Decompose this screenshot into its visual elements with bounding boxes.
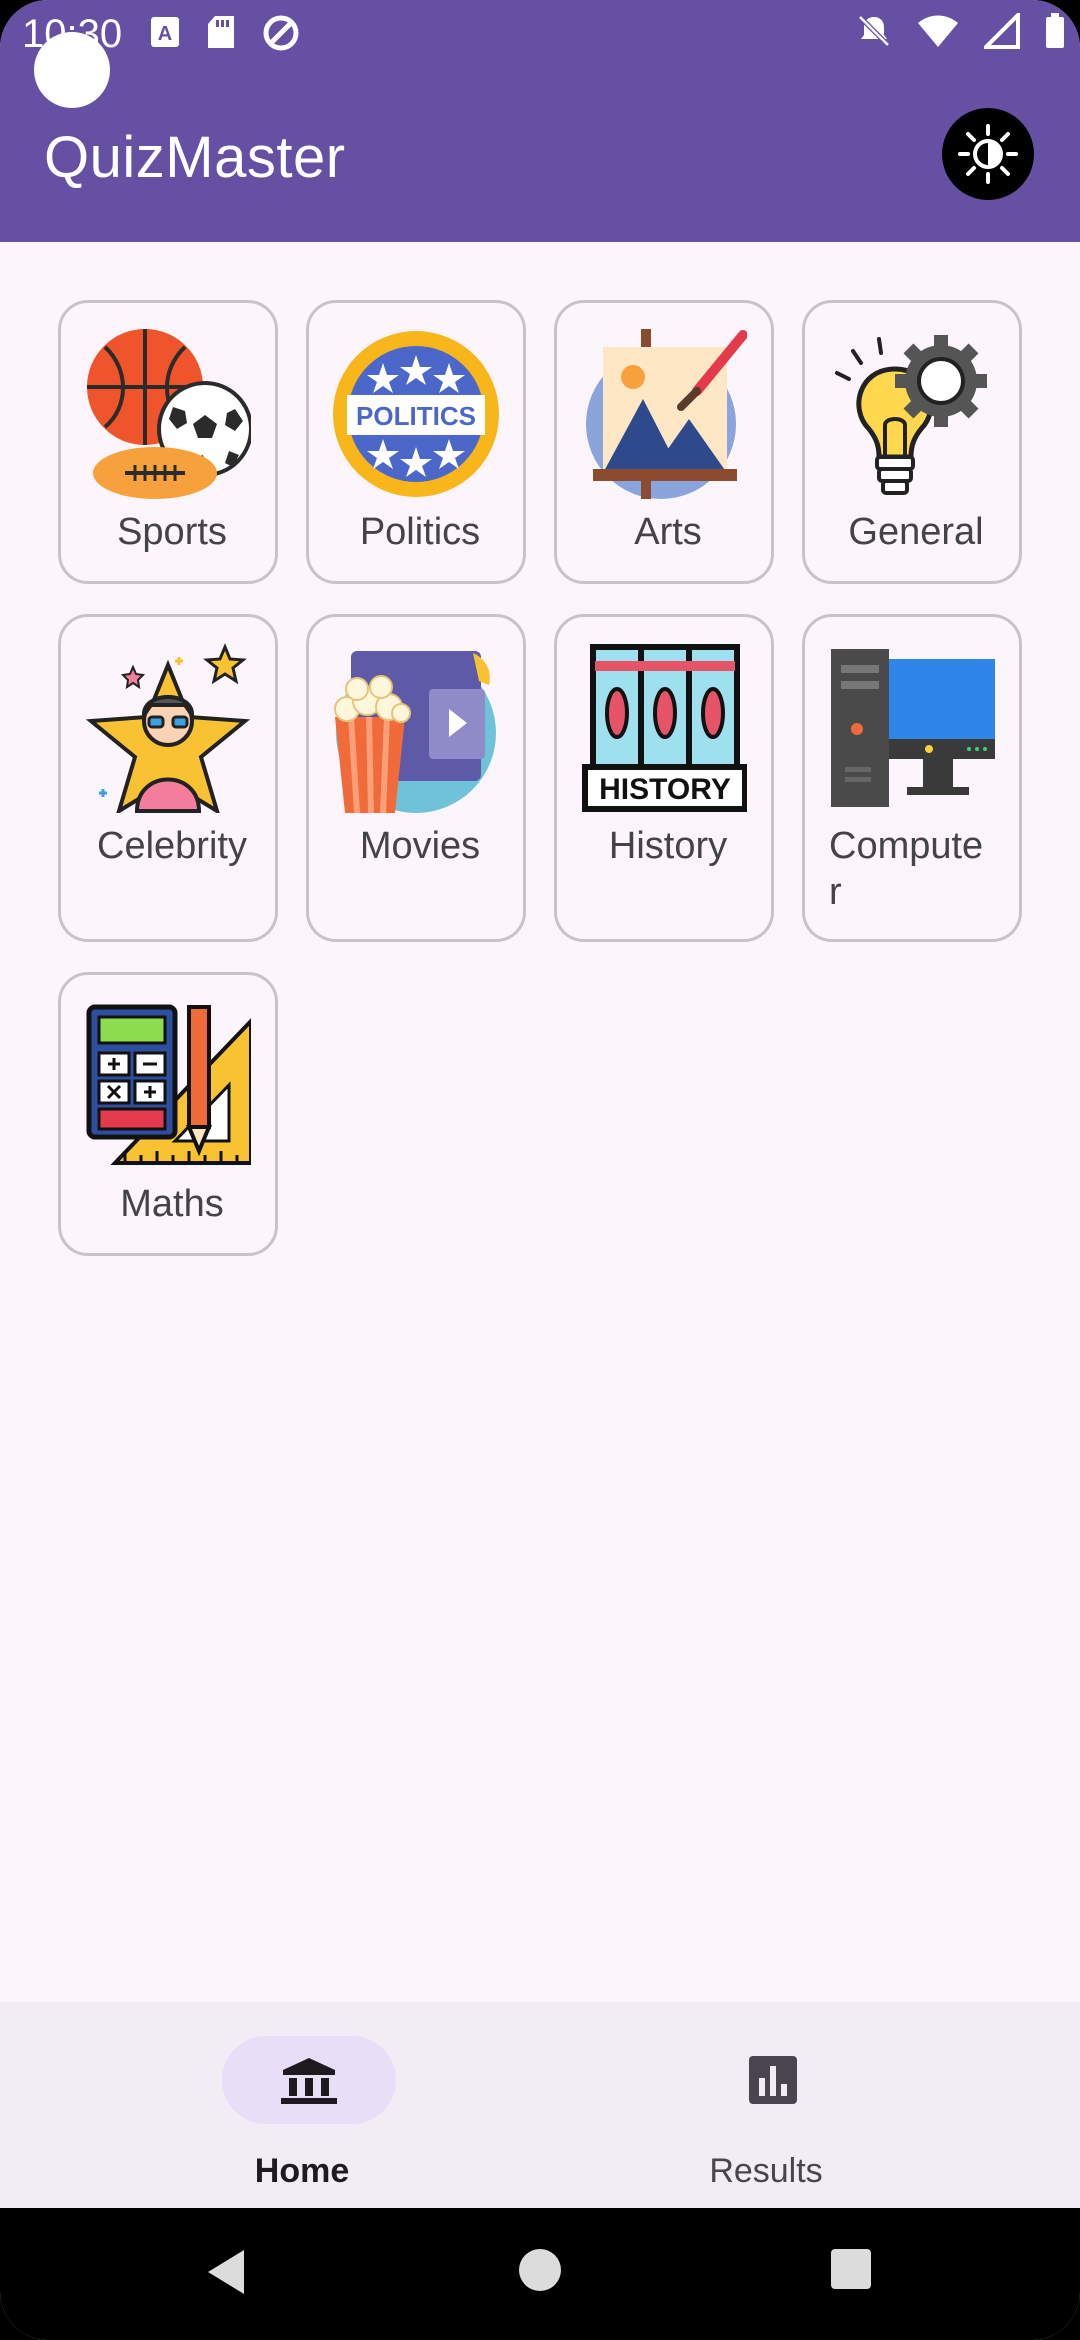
system-navigation-bar xyxy=(0,2208,1080,2340)
category-card-sports[interactable]: Sports xyxy=(58,300,278,584)
bottom-navigation-bar: Home Results xyxy=(0,2002,1080,2208)
lightbulb-gear-icon xyxy=(835,335,987,495)
category-card-general[interactable]: General xyxy=(802,300,1022,584)
home-circle-icon[interactable] xyxy=(518,2248,562,2292)
nav-label-results: Results xyxy=(709,2152,823,2190)
politics-badge-icon: POLITICS xyxy=(333,331,499,497)
sd-card-icon xyxy=(208,16,234,48)
camera-cutout xyxy=(34,32,110,108)
status-right-icons xyxy=(856,12,1066,50)
svg-text:A: A xyxy=(158,23,172,45)
status-left-icons: A xyxy=(150,14,300,52)
nav-item-home[interactable]: Home xyxy=(152,2034,452,2190)
wifi-icon xyxy=(918,15,958,47)
category-card-celebrity[interactable]: Celebrity xyxy=(58,614,278,942)
screen: 10:30 A xyxy=(0,0,1080,2340)
theme-toggle-button[interactable] xyxy=(942,108,1034,200)
category-card-movies[interactable]: Movies xyxy=(306,614,526,942)
calculator-ruler-icon xyxy=(86,1004,251,1165)
top-app-bar: 10:30 A xyxy=(0,0,1080,242)
app-title: QuizMaster xyxy=(44,125,346,190)
category-label: Celebrity xyxy=(97,825,247,867)
keyboard-a-icon: A xyxy=(151,17,179,47)
svg-text:POLITICS: POLITICS xyxy=(356,401,476,431)
battery-icon xyxy=(1046,13,1064,48)
easel-painting-icon xyxy=(586,329,747,499)
signal-icon xyxy=(984,13,1020,49)
category-card-politics[interactable]: POLITICS Politics xyxy=(306,300,526,584)
category-card-maths[interactable]: Maths xyxy=(58,972,278,1256)
recents-square-icon[interactable] xyxy=(830,2248,872,2290)
popcorn-screen-icon xyxy=(334,651,496,813)
category-card-history[interactable]: HISTORY History xyxy=(554,614,774,942)
bank-icon xyxy=(281,2058,337,2104)
history-books-icon: HISTORY xyxy=(582,644,747,812)
category-label: General xyxy=(848,511,984,553)
category-label: Compute r xyxy=(829,825,984,913)
data-saver-icon xyxy=(263,15,299,51)
category-label: Arts xyxy=(634,511,702,553)
category-card-computer[interactable]: Compute r xyxy=(802,614,1022,942)
nav-item-results[interactable]: Results xyxy=(616,2034,916,2190)
category-label: History xyxy=(608,825,728,867)
svg-text:HISTORY: HISTORY xyxy=(599,773,731,806)
category-label: Movies xyxy=(359,825,481,867)
do-not-disturb-off-icon xyxy=(858,15,890,47)
category-label: Politics xyxy=(359,511,481,553)
brightness-icon xyxy=(958,124,1018,184)
bar-chart-icon xyxy=(749,2056,797,2104)
category-label: Sports xyxy=(117,511,227,553)
category-label: Maths xyxy=(120,1183,224,1225)
computer-desktop-icon xyxy=(831,649,995,807)
celebrity-star-icon xyxy=(85,643,251,813)
back-icon[interactable] xyxy=(204,2248,248,2296)
sports-balls-icon xyxy=(87,329,251,499)
nav-label-home: Home xyxy=(254,2152,350,2190)
category-card-arts[interactable]: Arts xyxy=(554,300,774,584)
